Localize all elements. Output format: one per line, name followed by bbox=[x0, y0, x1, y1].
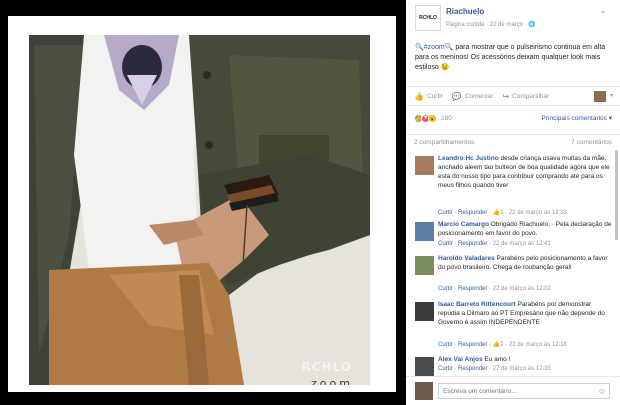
wow-reaction-icon: 😮 bbox=[428, 113, 437, 123]
hashtag-link[interactable]: 🔍#zoom🔍 bbox=[415, 44, 453, 51]
commenter-name[interactable]: Haroldo Valadares bbox=[438, 255, 495, 262]
shares-comments-row: 2 compartilhamentos 7 comentários bbox=[406, 134, 620, 150]
comment-actions: Curtir · Responder · 22 de março às 12:0… bbox=[438, 286, 551, 292]
comment-input[interactable] bbox=[438, 383, 610, 399]
commenter-name[interactable]: Alex Vai Anjos bbox=[438, 356, 483, 363]
comment-meta: · 27 de março às 17:35 bbox=[489, 366, 551, 372]
comment-like-link[interactable]: Curtir bbox=[438, 342, 453, 348]
reaction-count[interactable]: 280 bbox=[441, 115, 452, 122]
my-avatar bbox=[415, 382, 433, 400]
action-bar: 👍 Curtir 💬 Comentar ↪ Compartilhar ▾ bbox=[406, 86, 620, 106]
like-label: Curtir bbox=[426, 92, 443, 100]
comments-count-link[interactable]: 7 comentários bbox=[571, 139, 612, 146]
page-name-link[interactable]: Riachuelo bbox=[446, 7, 484, 16]
post-header: RCHLO Riachuelo Página curtida · 22 de m… bbox=[406, 0, 620, 40]
comment-body: Alex Vai Anjos Eu amo ! bbox=[438, 355, 612, 364]
comment-button[interactable]: 💬 Comentar bbox=[452, 92, 494, 101]
comment-like-link[interactable]: Curtir bbox=[438, 286, 453, 292]
photo-stage: zoom RCHLO bbox=[0, 0, 406, 405]
post-photo[interactable]: zoom bbox=[29, 35, 370, 385]
top-comments-dropdown[interactable]: Principais comentários ▾ bbox=[542, 114, 612, 122]
write-comment-row: ☺ bbox=[406, 376, 620, 405]
zoom-logo: zoom bbox=[311, 377, 353, 385]
comment-reply-link[interactable]: Responder bbox=[458, 366, 487, 372]
post-options-chevron-icon[interactable]: ⌄ bbox=[598, 6, 608, 16]
thumbs-up-icon: 👍 bbox=[414, 91, 424, 101]
reaction-icons[interactable]: 👍 ♥ 😮 bbox=[414, 113, 437, 123]
post-meta: Página curtida · 22 de março · 🌐 bbox=[446, 22, 536, 28]
comments-scrollbar[interactable] bbox=[615, 150, 618, 240]
comment-reply-link[interactable]: Responder bbox=[458, 342, 487, 348]
commenter-avatar[interactable] bbox=[415, 156, 434, 175]
comment-reply-link[interactable]: Responder bbox=[458, 210, 487, 216]
like-button[interactable]: 👍 Curtir bbox=[414, 92, 443, 101]
share-button[interactable]: ↪ Compartilhar bbox=[502, 92, 549, 101]
comment-body: Haroldo Valadares Parabéns pelo posicion… bbox=[438, 254, 612, 272]
commenter-name[interactable]: Leandro Hc Justino bbox=[438, 155, 499, 162]
acting-as-avatar[interactable] bbox=[594, 91, 606, 102]
comment-actions: Curtir · Responder · 27 de março às 17:3… bbox=[438, 366, 551, 372]
comment-meta: · 22 de março às 12:41 bbox=[489, 241, 551, 247]
comment-body: Marcio Camargo Obrigado Riachuelo, · Pel… bbox=[438, 220, 612, 238]
share-arrow-icon: ↪ bbox=[502, 91, 510, 101]
commenter-avatar[interactable] bbox=[415, 302, 434, 321]
comment-meta: · 👍2 · 22 de março às 12:18 bbox=[489, 342, 567, 348]
commenter-avatar[interactable] bbox=[415, 357, 434, 376]
comment-like-link[interactable]: Curtir bbox=[438, 210, 453, 216]
comment-meta: · 22 de março às 12:02 bbox=[489, 286, 551, 292]
comment-text: Eu amo ! bbox=[484, 356, 511, 363]
comment-body: Isaac Barreto Rittencourt Parabéns por d… bbox=[438, 300, 612, 327]
post-text: 🔍#zoom🔍 para mostrar que o pulseirismo c… bbox=[415, 43, 611, 73]
comment-reply-link[interactable]: Responder bbox=[458, 241, 487, 247]
photo-frame: zoom RCHLO bbox=[8, 16, 396, 392]
comment-like-link[interactable]: Curtir bbox=[438, 241, 453, 247]
photo-viewer: zoom RCHLO RCHLO Riachuelo Página curtid… bbox=[0, 0, 620, 405]
reactions-summary: 👍 ♥ 😮 280 Principais comentários ▾ bbox=[406, 109, 620, 127]
comment-actions: Curtir · Responder · 22 de março às 12:4… bbox=[438, 241, 551, 247]
comment-body: Leandro Hc Justino desde criança usava m… bbox=[438, 154, 612, 190]
commenter-name[interactable]: Isaac Barreto Rittencourt bbox=[438, 301, 516, 308]
photo-illustration bbox=[29, 35, 370, 385]
comment-actions: Curtir · Responder · 👍2 · 22 de março às… bbox=[438, 342, 567, 348]
commenter-name[interactable]: Marcio Camargo bbox=[438, 221, 489, 228]
commenter-avatar[interactable] bbox=[415, 256, 434, 275]
rchlo-watermark: RCHLO bbox=[301, 360, 352, 374]
commenter-avatar[interactable] bbox=[415, 222, 434, 241]
speech-bubble-icon: 💬 bbox=[451, 91, 462, 101]
comment-label: Comentar bbox=[464, 92, 494, 100]
smiley-icon[interactable]: ☺ bbox=[598, 387, 606, 396]
comment-actions: Curtir · Responder · 👍1 · 22 de março às… bbox=[438, 210, 567, 216]
comment-reply-link[interactable]: Responder bbox=[458, 286, 487, 292]
page-avatar[interactable]: RCHLO bbox=[415, 5, 441, 31]
comment-like-link[interactable]: Curtir bbox=[438, 366, 453, 372]
chevron-down-icon[interactable]: ▾ bbox=[610, 92, 613, 99]
share-label: Compartilhar bbox=[512, 92, 550, 100]
comment-meta: · 👍1 · 22 de março às 12:33 bbox=[489, 210, 567, 216]
shares-count-link[interactable]: 2 compartilhamentos bbox=[414, 139, 474, 146]
post-side-panel: RCHLO Riachuelo Página curtida · 22 de m… bbox=[406, 0, 620, 405]
